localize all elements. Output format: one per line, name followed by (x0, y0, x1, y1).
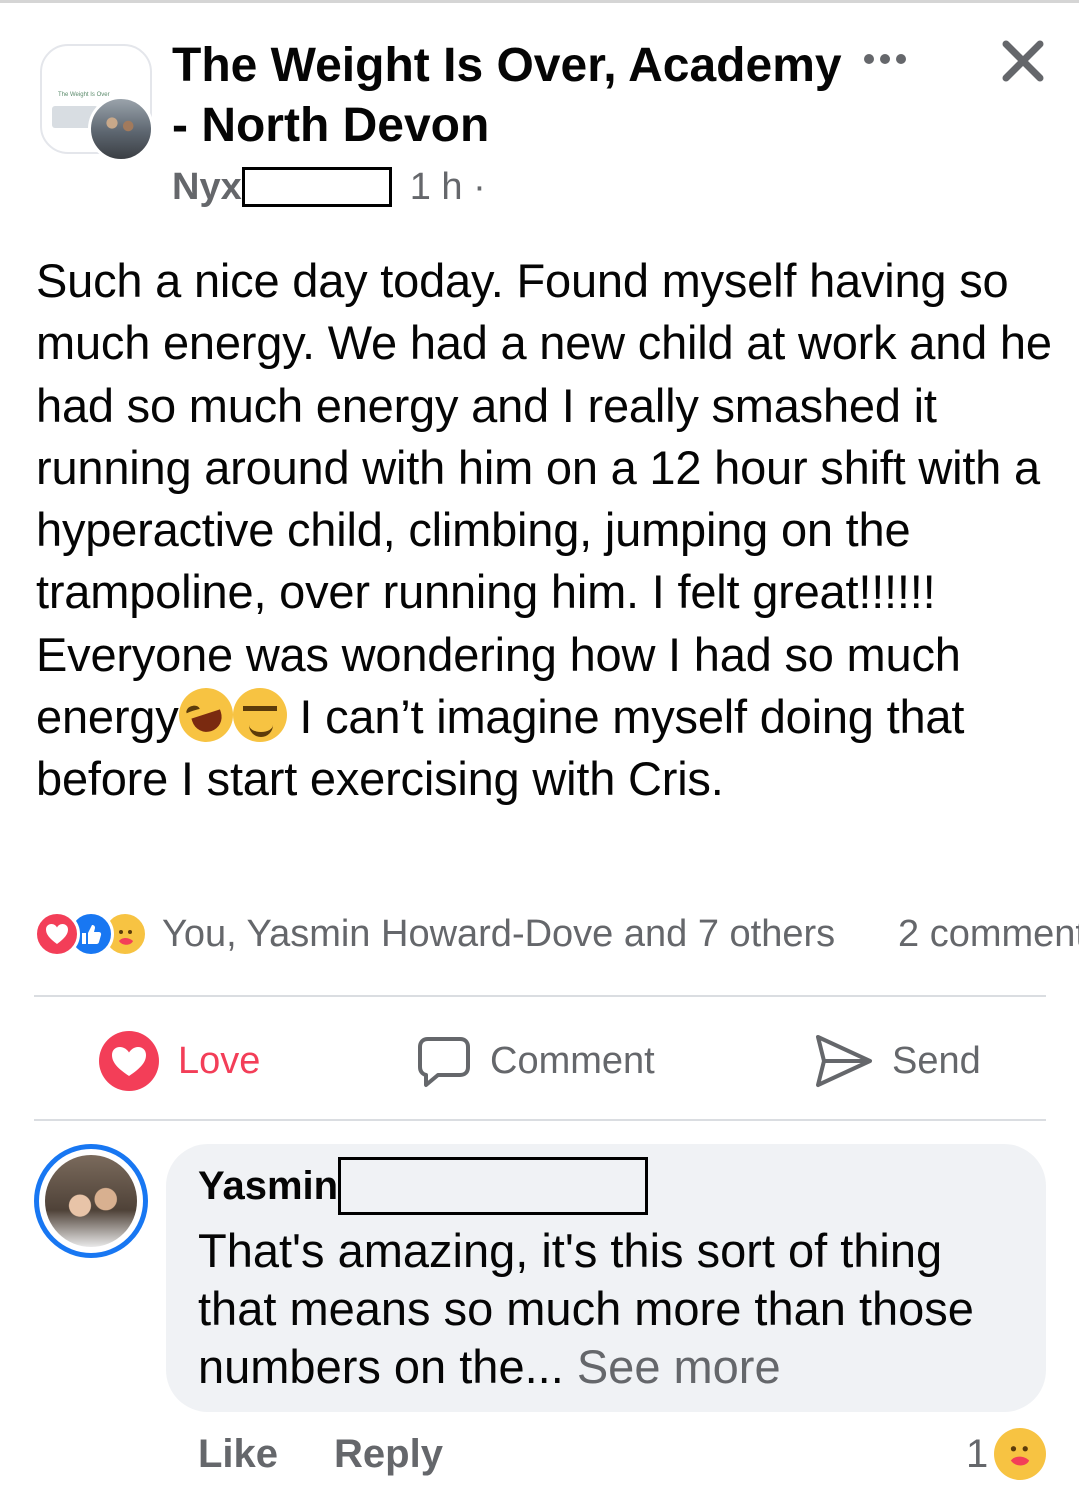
comment-text: That's amazing, it's this sort of thing … (198, 1222, 1028, 1396)
reactions-summary[interactable]: You, Yasmin Howard-Dove and 7 others (34, 906, 835, 962)
divider (34, 1119, 1046, 1121)
reactions-text[interactable]: You, Yasmin Howard-Dove and 7 others (162, 913, 835, 956)
author-avatar[interactable] (88, 96, 154, 162)
post-time[interactable]: 1 h (410, 166, 463, 209)
more-options-icon[interactable] (864, 44, 916, 74)
send-icon (816, 1035, 872, 1087)
comment-reactions[interactable]: 1 (966, 1424, 1047, 1484)
redaction-box (241, 167, 392, 207)
commenter-avatar[interactable] (34, 1144, 148, 1258)
top-border (0, 0, 1079, 3)
comment-actions: Like Reply (198, 1426, 443, 1482)
author-name[interactable]: Nyx (172, 166, 242, 209)
comment-button[interactable]: Comment (416, 1026, 655, 1096)
commenter-name[interactable]: Yasmin (198, 1164, 338, 1209)
group-logo-text: The Weight Is Over (58, 92, 110, 98)
care-reaction-icon (994, 1428, 1047, 1480)
commenter-name-row: Yasmin (198, 1157, 666, 1215)
comment-reaction-count: 1 (966, 1431, 989, 1476)
send-label: Send (892, 1039, 981, 1082)
comment-icon (418, 1037, 470, 1087)
post-meta: Nyx 1 h · (172, 162, 486, 212)
comment-reply-button[interactable]: Reply (334, 1432, 443, 1477)
laughing-emoji-icon (171, 681, 240, 750)
see-more-link[interactable]: See more (577, 1340, 781, 1393)
love-button[interactable]: Love (98, 1026, 260, 1096)
group-title[interactable]: The Weight Is Over, Academy - North Devo… (172, 36, 852, 156)
post-text: Such a nice day today. Found myself havi… (36, 250, 1056, 811)
love-reaction-icon (34, 911, 80, 957)
redaction-box (338, 1157, 649, 1215)
comment-like-button[interactable]: Like (198, 1432, 278, 1477)
love-label: Love (178, 1039, 261, 1082)
send-button[interactable]: Send (814, 1026, 981, 1096)
comment-label: Comment (490, 1039, 655, 1082)
time-separator: · (473, 165, 486, 208)
smirking-emoji-icon (232, 688, 287, 743)
love-icon (99, 1031, 159, 1091)
comments-count[interactable]: 2 comments (898, 906, 1079, 962)
post-text-part1: Such a nice day today. Found myself havi… (36, 254, 1052, 744)
divider (34, 995, 1046, 997)
close-icon[interactable] (998, 36, 1048, 86)
